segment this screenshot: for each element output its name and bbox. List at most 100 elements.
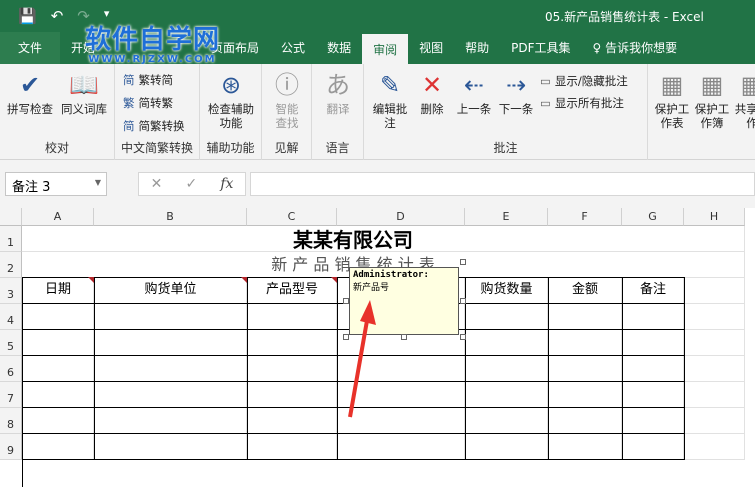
tell-me-search[interactable]: ♀ 告诉我你想要	[582, 32, 689, 64]
table-cell[interactable]	[622, 433, 685, 460]
column-header[interactable]: C	[247, 208, 337, 226]
table-cell[interactable]	[548, 381, 623, 408]
table-cell[interactable]	[22, 303, 95, 330]
column-header[interactable]: A	[22, 208, 94, 226]
cell[interactable]	[684, 278, 745, 304]
column-header[interactable]: F	[548, 208, 622, 226]
cell[interactable]	[684, 434, 745, 460]
table-cell[interactable]	[247, 303, 338, 330]
table-header-cell[interactable]: 金额	[548, 277, 623, 304]
table-cell[interactable]	[22, 355, 95, 382]
table-cell[interactable]	[247, 329, 338, 356]
customize-qat-icon[interactable]: ▾	[104, 7, 110, 25]
table-cell[interactable]	[247, 355, 338, 382]
save-icon[interactable]: 💾	[18, 7, 37, 25]
row-header[interactable]: 5	[0, 330, 22, 356]
table-cell[interactable]	[247, 381, 338, 408]
table-header-cell[interactable]: 产品型号	[247, 277, 338, 304]
delete-comment-button[interactable]: ✕ 删除	[414, 70, 450, 116]
share-workbook-button[interactable]: ▦共享工作	[734, 70, 755, 130]
formula-input[interactable]	[250, 172, 755, 196]
table-cell[interactable]	[94, 355, 248, 382]
t2s-button[interactable]: 简繁转简	[123, 72, 173, 88]
smart-lookup-button[interactable]: ⓘ 智能查找	[270, 70, 304, 130]
table-cell[interactable]	[622, 329, 685, 356]
next-comment-button[interactable]: ⇢ 下一条	[496, 70, 536, 116]
cell[interactable]	[684, 408, 745, 434]
table-cell[interactable]	[548, 303, 623, 330]
undo-icon[interactable]: ↶	[51, 7, 64, 25]
table-cell[interactable]	[465, 303, 549, 330]
column-header[interactable]: G	[622, 208, 684, 226]
table-cell[interactable]	[465, 355, 549, 382]
table-header-cell[interactable]: 备注	[622, 277, 685, 304]
table-header-cell[interactable]: 购货数量	[465, 277, 549, 304]
row-header[interactable]: 6	[0, 356, 22, 382]
table-cell[interactable]	[548, 355, 623, 382]
column-header[interactable]: H	[684, 208, 745, 226]
resize-handle[interactable]	[401, 334, 407, 340]
row-header[interactable]: 2	[0, 252, 22, 278]
resize-handle[interactable]	[460, 334, 466, 340]
table-cell[interactable]	[247, 433, 338, 460]
row-header[interactable]: 7	[0, 382, 22, 408]
tab-data[interactable]: 数据	[316, 32, 362, 64]
table-cell[interactable]	[337, 433, 466, 460]
table-cell[interactable]	[22, 329, 95, 356]
cell[interactable]	[684, 330, 745, 356]
show-hide-comment-button[interactable]: ▭ 显示/隐藏批注	[540, 73, 628, 89]
tab-formulas[interactable]: 公式	[270, 32, 316, 64]
table-cell[interactable]	[465, 329, 549, 356]
tab-help[interactable]: 帮助	[454, 32, 500, 64]
table-cell[interactable]	[94, 329, 248, 356]
cell[interactable]	[684, 226, 745, 252]
spelling-button[interactable]: ✔ 拼写检查	[4, 70, 56, 116]
redo-icon[interactable]: ↷	[77, 7, 90, 25]
protect-sheet-button[interactable]: ▦ 保护工作表	[654, 70, 690, 130]
table-cell[interactable]	[622, 355, 685, 382]
enter-icon[interactable]: ✓	[185, 176, 197, 192]
cell[interactable]	[684, 382, 745, 408]
thesaurus-button[interactable]: 📖 同义词库	[58, 70, 110, 116]
table-cell[interactable]	[22, 381, 95, 408]
table-cell[interactable]	[94, 433, 248, 460]
tab-view[interactable]: 视图	[408, 32, 454, 64]
tab-pdf-tools[interactable]: PDF工具集	[500, 32, 581, 64]
cell[interactable]	[684, 304, 745, 330]
table-cell[interactable]	[622, 381, 685, 408]
check-accessibility-button[interactable]: ⊛ 检查辅助功能	[205, 70, 257, 130]
table-cell[interactable]	[548, 329, 623, 356]
tab-review[interactable]: 审阅	[362, 34, 409, 64]
resize-handle[interactable]	[460, 259, 466, 265]
table-header-cell[interactable]: 日期	[22, 277, 95, 304]
show-all-comments-button[interactable]: ▭ 显示所有批注	[540, 95, 624, 111]
cancel-icon[interactable]: ✕	[151, 176, 163, 192]
table-cell[interactable]	[548, 407, 623, 434]
previous-comment-button[interactable]: ⇠ 上一条	[454, 70, 494, 116]
table-cell[interactable]	[247, 407, 338, 434]
column-header[interactable]: B	[94, 208, 247, 226]
table-cell[interactable]	[465, 381, 549, 408]
protect-workbook-button[interactable]: ▦ 保护工作簿	[694, 70, 730, 130]
cell[interactable]	[684, 356, 745, 382]
name-box[interactable]: 备注 3 ▼	[5, 172, 107, 196]
table-cell[interactable]	[94, 303, 248, 330]
resize-handle[interactable]	[460, 298, 466, 304]
row-header[interactable]: 8	[0, 408, 22, 434]
edit-comment-button[interactable]: ✎ 编辑批注	[372, 70, 408, 130]
table-cell[interactable]	[94, 381, 248, 408]
row-header[interactable]: 4	[0, 304, 22, 330]
table-cell[interactable]	[622, 303, 685, 330]
column-header[interactable]: E	[465, 208, 548, 226]
table-header-cell[interactable]: 购货单位	[94, 277, 248, 304]
table-cell[interactable]	[22, 433, 95, 460]
tab-file[interactable]: 文件	[0, 32, 60, 64]
column-header[interactable]: D	[337, 208, 465, 226]
row-header[interactable]: 1	[0, 226, 22, 252]
s2t-button[interactable]: 繁简转繁	[123, 95, 173, 111]
table-cell[interactable]	[94, 407, 248, 434]
row-header[interactable]: 9	[0, 434, 22, 460]
table-cell[interactable]	[622, 407, 685, 434]
convert-button[interactable]: 简简繁转换	[123, 118, 185, 134]
table-cell[interactable]	[548, 433, 623, 460]
